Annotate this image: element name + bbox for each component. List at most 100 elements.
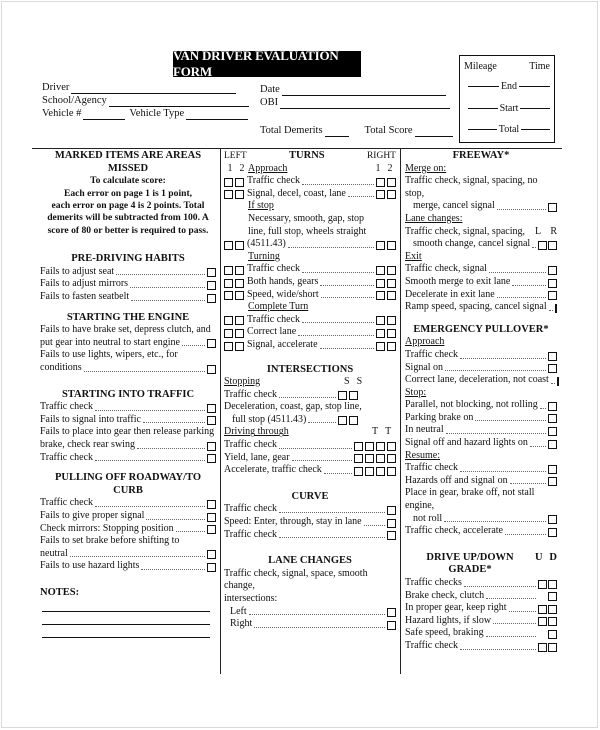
checkbox[interactable] — [349, 416, 358, 426]
checkbox-right-1[interactable] — [376, 291, 385, 301]
checkbox[interactable] — [548, 414, 557, 424]
vehicle-type-input-line[interactable] — [186, 110, 249, 120]
checkbox[interactable] — [548, 579, 557, 589]
checkbox-left-2[interactable] — [235, 328, 244, 338]
checkbox-right-2[interactable] — [387, 265, 396, 275]
checkbox[interactable] — [387, 531, 396, 541]
checkbox[interactable] — [548, 477, 557, 487]
checkbox[interactable] — [207, 499, 216, 509]
notes-line[interactable] — [42, 624, 210, 626]
checkbox[interactable] — [354, 466, 363, 476]
checkbox[interactable] — [538, 579, 547, 589]
checkbox[interactable] — [548, 202, 557, 212]
total-demerits-field[interactable]: Total Demerits Total Score — [260, 125, 453, 137]
notes-line[interactable] — [42, 611, 210, 613]
checkbox-right-2[interactable] — [387, 278, 396, 288]
checkbox[interactable] — [387, 518, 396, 528]
checkbox[interactable] — [207, 512, 216, 522]
checkbox-left-2[interactable] — [235, 177, 244, 187]
checkbox[interactable] — [207, 364, 216, 374]
checkbox[interactable] — [207, 562, 216, 572]
checkbox[interactable] — [207, 441, 216, 451]
checkbox-right-2[interactable] — [387, 177, 396, 187]
total-demerits-input-line[interactable] — [324, 127, 349, 137]
mileage-total-row[interactable]: Total — [468, 124, 550, 135]
checkbox[interactable] — [207, 293, 216, 303]
school-agency-input-line[interactable] — [108, 97, 249, 107]
checkbox[interactable] — [548, 364, 557, 374]
checkbox[interactable] — [354, 454, 363, 464]
checkbox[interactable] — [365, 454, 374, 464]
checkbox-left-1[interactable] — [224, 291, 233, 301]
date-field[interactable]: Date — [260, 84, 446, 96]
checkbox[interactable] — [548, 515, 557, 525]
checkbox-right-2[interactable] — [387, 291, 396, 301]
checkbox-right-1[interactable] — [376, 278, 385, 288]
checkbox-left[interactable] — [538, 240, 548, 250]
checkbox[interactable] — [548, 527, 557, 537]
checkbox-left-1[interactable] — [224, 265, 233, 275]
checkbox[interactable] — [207, 268, 216, 278]
school-agency-field[interactable]: School/Agency — [42, 95, 249, 107]
checkbox[interactable] — [387, 466, 396, 476]
total-score-input-line[interactable] — [414, 127, 453, 137]
checkbox[interactable] — [548, 401, 557, 411]
checkbox-left-1[interactable] — [224, 190, 233, 200]
checkbox-right-1[interactable] — [376, 265, 385, 275]
checkbox[interactable] — [554, 303, 557, 313]
checkbox-right[interactable] — [548, 240, 558, 250]
checkbox[interactable] — [365, 441, 374, 451]
checkbox[interactable] — [548, 439, 557, 449]
driver-field[interactable]: Driver — [42, 82, 237, 94]
checkbox-right-1[interactable] — [376, 240, 385, 250]
checkbox[interactable] — [207, 525, 216, 535]
checkbox[interactable] — [338, 416, 347, 426]
checkbox-right-1[interactable] — [376, 316, 385, 326]
checkbox[interactable] — [548, 291, 557, 301]
driver-input-line[interactable] — [71, 84, 237, 94]
checkbox-left-2[interactable] — [235, 278, 244, 288]
checkbox-right-2[interactable] — [387, 328, 396, 338]
checkbox-left-1[interactable] — [224, 341, 233, 351]
checkbox[interactable] — [207, 339, 216, 349]
vehicle-number-field[interactable]: Vehicle # Vehicle Type — [42, 108, 249, 120]
checkbox-right-1[interactable] — [376, 177, 385, 187]
checkbox-left-2[interactable] — [235, 291, 244, 301]
checkbox[interactable] — [387, 506, 396, 516]
checkbox-right-1[interactable] — [376, 341, 385, 351]
checkbox-left-2[interactable] — [235, 265, 244, 275]
checkbox[interactable] — [387, 441, 396, 451]
checkbox[interactable] — [387, 620, 396, 630]
checkbox-right-2[interactable] — [387, 316, 396, 326]
obi-field[interactable]: OBI — [260, 97, 451, 109]
checkbox-left-2[interactable] — [235, 240, 244, 250]
checkbox[interactable] — [207, 403, 216, 413]
checkbox[interactable] — [548, 427, 557, 437]
checkbox-left-1[interactable] — [224, 316, 233, 326]
checkbox-left-1[interactable] — [224, 177, 233, 187]
notes-line[interactable] — [42, 637, 210, 639]
obi-input-line[interactable] — [280, 99, 451, 109]
checkbox[interactable] — [387, 454, 396, 464]
checkbox[interactable] — [207, 281, 216, 290]
checkbox[interactable] — [548, 604, 557, 614]
checkbox[interactable] — [548, 464, 557, 474]
checkbox-right-2[interactable] — [387, 190, 396, 200]
checkbox-left-2[interactable] — [235, 316, 244, 326]
checkbox-right-2[interactable] — [387, 341, 396, 351]
checkbox[interactable] — [207, 454, 216, 464]
checkbox[interactable] — [538, 604, 547, 614]
checkbox[interactable] — [556, 376, 559, 386]
checkbox-right-1[interactable] — [376, 190, 385, 200]
checkbox[interactable] — [349, 391, 358, 401]
vehicle-number-input-line[interactable] — [83, 110, 126, 120]
checkbox[interactable] — [548, 642, 557, 652]
checkbox[interactable] — [376, 441, 385, 451]
mileage-end-row[interactable]: End — [468, 81, 551, 92]
checkbox[interactable] — [387, 608, 396, 618]
checkbox[interactable] — [548, 278, 557, 288]
date-input-line[interactable] — [281, 86, 446, 96]
checkbox-right-1[interactable] — [376, 328, 385, 338]
checkbox[interactable] — [207, 550, 216, 560]
checkbox[interactable] — [376, 454, 385, 464]
